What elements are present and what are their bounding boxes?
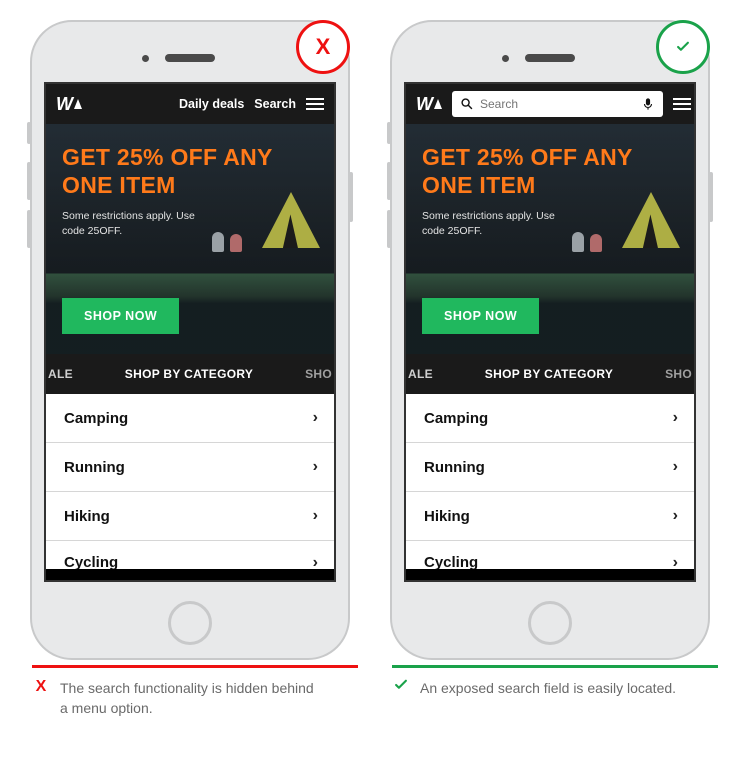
list-item-label: Camping xyxy=(424,410,488,427)
tab-right-partial[interactable]: SHO xyxy=(305,367,332,381)
list-item-label: Hiking xyxy=(424,508,470,525)
chevron-right-icon: › xyxy=(313,458,318,476)
tent-graphic xyxy=(622,192,680,248)
x-icon: X xyxy=(32,678,50,719)
hero-banner: GET 25% OFF ANY ONE ITEM Some restrictio… xyxy=(46,124,334,354)
hero-subtext: Some restrictions apply. Use code 25OFF. xyxy=(422,209,572,239)
campers-graphic xyxy=(572,224,622,252)
list-item[interactable]: Running › xyxy=(406,443,694,492)
list-item[interactable]: Hiking › xyxy=(406,492,694,541)
topbar: W xyxy=(406,84,694,124)
hamburger-icon[interactable] xyxy=(306,98,324,110)
category-list: Camping › Running › Hiking › Cycling › xyxy=(46,394,334,569)
underline-bad xyxy=(32,665,358,668)
caption-text: The search functionality is hidden behin… xyxy=(60,678,320,719)
screen-bad: W Daily deals Search GET 25% OFF ANY ONE… xyxy=(44,82,336,582)
tree-icon xyxy=(434,99,442,109)
tree-icon xyxy=(74,99,82,109)
topbar: W Daily deals Search xyxy=(46,84,334,124)
tent-graphic xyxy=(262,192,320,248)
tab-left-partial[interactable]: ALE xyxy=(48,367,73,381)
tab-left-partial[interactable]: ALE xyxy=(408,367,433,381)
list-item[interactable]: Camping › xyxy=(406,394,694,443)
logo[interactable]: W xyxy=(56,94,82,115)
hero-subtext: Some restrictions apply. Use code 25OFF. xyxy=(62,209,212,239)
logo[interactable]: W xyxy=(416,94,442,115)
shop-now-button[interactable]: SHOP NOW xyxy=(422,298,539,334)
category-tabs[interactable]: ALE SHOP BY CATEGORY SHO xyxy=(406,354,694,394)
list-item[interactable]: Cycling › xyxy=(46,541,334,569)
caption-text: An exposed search field is easily locate… xyxy=(420,678,676,698)
category-list: Camping › Running › Hiking › Cycling › xyxy=(406,394,694,569)
list-item-label: Hiking xyxy=(64,508,110,525)
list-item-label: Cycling xyxy=(64,554,118,569)
search-input[interactable] xyxy=(452,91,663,117)
underline-good xyxy=(392,665,718,668)
chevron-right-icon: › xyxy=(673,458,678,476)
phone-mock-bad: X W Daily deals Search GET 25% OFF ANY O… xyxy=(30,20,350,660)
badge-good xyxy=(656,20,710,74)
caption-bad: X The search functionality is hidden beh… xyxy=(30,678,360,719)
list-item-label: Camping xyxy=(64,410,128,427)
search-icon xyxy=(460,97,474,111)
hero-headline: GET 25% OFF ANY ONE ITEM xyxy=(422,144,678,199)
hero-headline: GET 25% OFF ANY ONE ITEM xyxy=(62,144,318,199)
campers-graphic xyxy=(212,224,262,252)
nav-daily-deals[interactable]: Daily deals xyxy=(179,97,244,111)
caption-good: An exposed search field is easily locate… xyxy=(390,678,720,698)
list-item[interactable]: Hiking › xyxy=(46,492,334,541)
tab-right-partial[interactable]: SHO xyxy=(665,367,692,381)
badge-bad: X xyxy=(296,20,350,74)
tab-center[interactable]: SHOP BY CATEGORY xyxy=(485,367,613,381)
list-item[interactable]: Running › xyxy=(46,443,334,492)
home-button[interactable] xyxy=(168,601,212,645)
phone-mock-good: W GET 25% OFF ANY ONE ITEM Some restrict… xyxy=(390,20,710,660)
shop-now-button[interactable]: SHOP NOW xyxy=(62,298,179,334)
hamburger-icon[interactable] xyxy=(673,98,691,110)
category-tabs[interactable]: ALE SHOP BY CATEGORY SHO xyxy=(46,354,334,394)
list-item-label: Running xyxy=(64,459,125,476)
list-item-label: Cycling xyxy=(424,554,478,569)
chevron-right-icon: › xyxy=(673,554,678,570)
chevron-right-icon: › xyxy=(313,507,318,525)
check-icon xyxy=(392,678,410,698)
tab-center[interactable]: SHOP BY CATEGORY xyxy=(125,367,253,381)
home-button[interactable] xyxy=(528,601,572,645)
check-icon xyxy=(676,40,690,54)
search-field[interactable] xyxy=(480,97,635,111)
screen-good: W GET 25% OFF ANY ONE ITEM Some restrict… xyxy=(404,82,696,582)
x-icon: X xyxy=(316,34,331,60)
chevron-right-icon: › xyxy=(673,409,678,427)
list-item[interactable]: Cycling › xyxy=(406,541,694,569)
chevron-right-icon: › xyxy=(313,554,318,570)
chevron-right-icon: › xyxy=(673,507,678,525)
mic-icon[interactable] xyxy=(641,97,655,111)
list-item[interactable]: Camping › xyxy=(46,394,334,443)
list-item-label: Running xyxy=(424,459,485,476)
nav-search[interactable]: Search xyxy=(254,97,296,111)
hero-banner: GET 25% OFF ANY ONE ITEM Some restrictio… xyxy=(406,124,694,354)
chevron-right-icon: › xyxy=(313,409,318,427)
